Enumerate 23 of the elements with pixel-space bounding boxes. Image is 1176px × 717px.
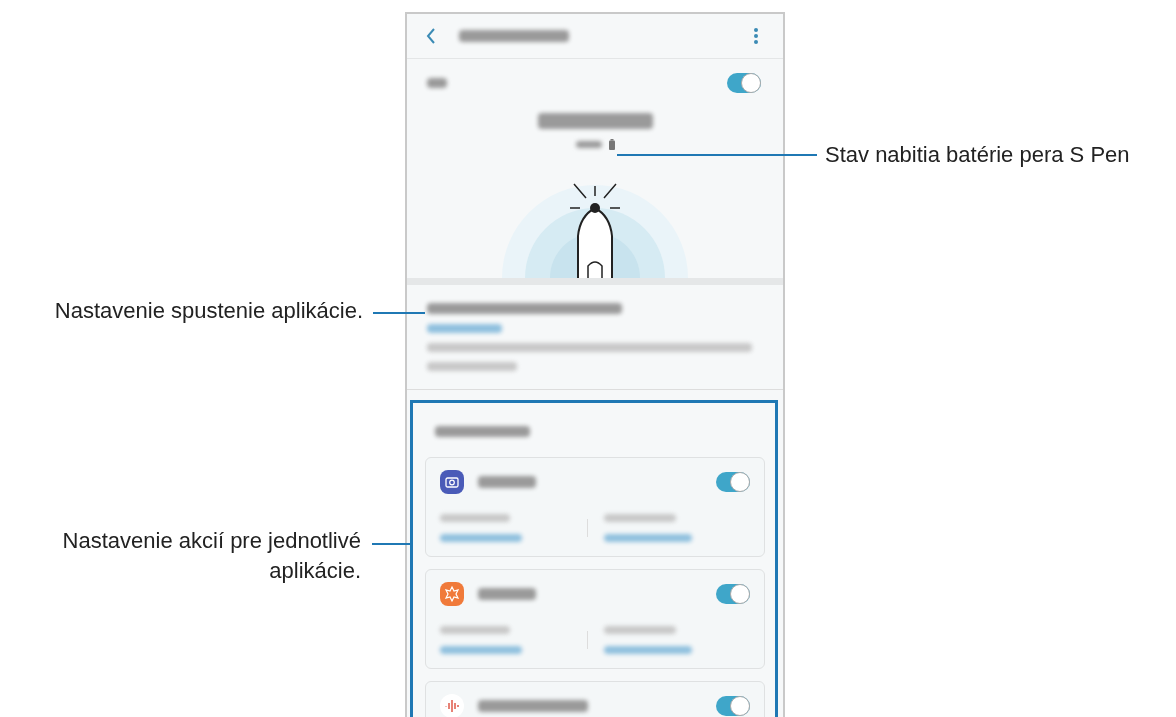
blurred-link[interactable] bbox=[603, 534, 692, 542]
flower-app-icon bbox=[440, 582, 464, 606]
callout-text: Stav nabitia batérie pera S Pen bbox=[825, 141, 1130, 169]
blurred-text bbox=[478, 588, 536, 600]
blurred-text bbox=[575, 141, 602, 148]
back-icon[interactable] bbox=[425, 27, 437, 45]
callout-text: Nastavenie akcií pre jednotlivé aplikácie. bbox=[61, 527, 361, 585]
toggle-switch[interactable] bbox=[716, 472, 750, 492]
toggle-switch[interactable] bbox=[716, 584, 750, 604]
blurred-link[interactable] bbox=[427, 324, 502, 333]
blurred-text bbox=[440, 514, 510, 522]
blurred-text bbox=[478, 476, 536, 488]
blurred-link[interactable] bbox=[603, 646, 692, 654]
toggle-switch[interactable] bbox=[727, 73, 761, 93]
leader-line bbox=[372, 543, 410, 545]
camera-app-icon bbox=[440, 470, 464, 494]
blurred-text bbox=[427, 78, 447, 88]
blurred-text bbox=[440, 626, 510, 634]
more-options-icon[interactable] bbox=[753, 27, 759, 45]
leader-line bbox=[373, 312, 425, 314]
battery-icon bbox=[608, 139, 615, 150]
callout-text: Nastavenie spustenie aplikácie. bbox=[54, 297, 363, 325]
toggle-switch[interactable] bbox=[716, 696, 750, 716]
